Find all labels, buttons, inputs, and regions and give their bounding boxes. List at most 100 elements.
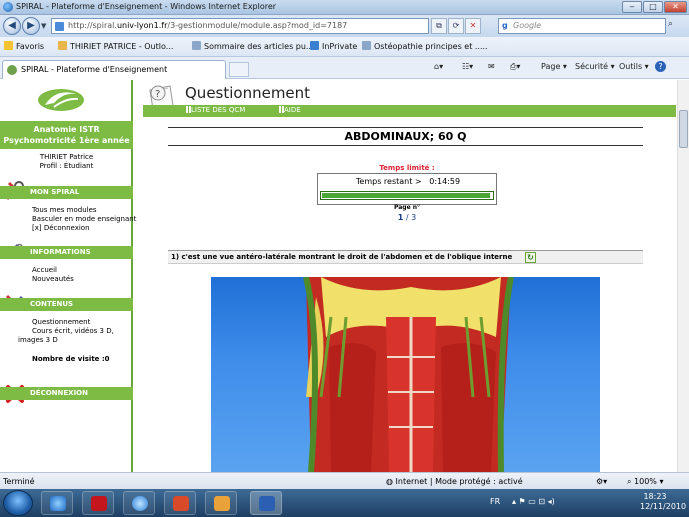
- zoom-icon: ⌕: [627, 477, 635, 486]
- refresh-icon[interactable]: ↻: [525, 252, 536, 263]
- sidebar: Anatomie ISTR Psychomotricité 1ère année…: [0, 80, 136, 472]
- page-content: Anatomie ISTR Psychomotricité 1ère année…: [0, 80, 689, 472]
- compatibility-icon[interactable]: ⧉: [431, 18, 447, 34]
- time-limit-label: Temps limité :: [379, 164, 435, 172]
- anatomy-image: [211, 276, 600, 472]
- google-icon: g: [502, 21, 508, 30]
- globe-icon: ◍: [386, 477, 396, 486]
- page-total-link[interactable]: 3: [411, 213, 416, 222]
- star-icon: [4, 41, 13, 50]
- fav-item-outlook[interactable]: THIRIET PATRICE - Outlo...: [58, 41, 173, 51]
- url-text: http://spiral.univ-lyon1.fr/3-gestionmod…: [68, 21, 348, 30]
- ie-icon: [3, 2, 13, 12]
- anatomy-illustration: [303, 276, 514, 472]
- favorites-button[interactable]: Favoris: [4, 41, 44, 51]
- search-placeholder: Google: [513, 21, 542, 30]
- menu-aide[interactable]: AIDE: [279, 106, 301, 114]
- link-nouveautes[interactable]: Nouveautés: [32, 275, 74, 284]
- forward-button[interactable]: ▶: [22, 17, 40, 35]
- user-name: THIRIET Patrice: [39, 153, 94, 161]
- scrollbar-thumb[interactable]: [679, 110, 688, 148]
- taskbar-ie[interactable]: [41, 491, 73, 515]
- main-area: ? Questionnement LISTE DES QCM AIDE ABDO…: [135, 80, 677, 472]
- link-tous-mes-modules[interactable]: Tous mes modules: [32, 206, 97, 215]
- print-icon[interactable]: ⎙▾: [510, 62, 520, 72]
- taskbar-word[interactable]: [250, 491, 282, 515]
- windows-taskbar: FR ▴ ⚑ ▭ ⊡ ◂) 18:23 12/11/2010: [0, 489, 689, 517]
- search-icon[interactable]: ⌕: [668, 19, 673, 29]
- quicktime-icon: [132, 496, 148, 511]
- media-icon: [173, 496, 189, 511]
- timer-box: Temps restant > 0:14:59: [317, 173, 497, 205]
- page-icon: [55, 22, 64, 31]
- new-tab-button[interactable]: [229, 62, 249, 77]
- link-accueil[interactable]: Accueil: [32, 266, 57, 275]
- clock[interactable]: 18:23 12/11/2010: [640, 492, 686, 512]
- language-indicator[interactable]: FR: [490, 497, 500, 506]
- fav-item-inprivate[interactable]: InPrivate: [310, 41, 357, 51]
- section-mon-spiral: MON SPIRAL: [0, 186, 133, 199]
- section-contenus-pedagogiques: CONTENUS PÉDAGOGIQUES: [0, 298, 133, 321]
- window-title: SPIRAL - Plateforme d'Enseignement - Win…: [16, 2, 277, 11]
- search-box[interactable]: g Google: [498, 18, 666, 34]
- page-icon: [362, 41, 371, 50]
- taskbar-media[interactable]: [164, 491, 196, 515]
- link-deconnexion-small[interactable]: [x] Déconnexion: [32, 224, 90, 233]
- tab-spiral[interactable]: SPIRAL - Plateforme d'Enseignement: [2, 60, 226, 79]
- time-remaining: Temps restant > 0:14:59: [355, 177, 461, 186]
- status-bar: Terminé ◍ Internet | Mode protégé : acti…: [0, 472, 689, 489]
- page-menu[interactable]: Page ▾: [541, 62, 567, 71]
- help-icon[interactable]: ?: [655, 61, 666, 72]
- fav-item-sommaire[interactable]: Sommaire des articles pu...: [192, 41, 314, 51]
- tab-row: SPIRAL - Plateforme d'Enseignement ⌂▾ ☷▾…: [0, 57, 689, 79]
- vertical-scrollbar[interactable]: [677, 80, 689, 472]
- home-icon[interactable]: ⌂▾: [434, 62, 443, 71]
- maximize-button[interactable]: □: [643, 1, 663, 13]
- link-cours-ecrit[interactable]: Cours écrit, vidéos 3 D,: [32, 327, 114, 336]
- minimize-button[interactable]: ‒: [622, 1, 642, 13]
- arrow-right-icon: ▶: [27, 20, 35, 31]
- time-progress-fill: [322, 193, 491, 198]
- back-button[interactable]: ◀: [3, 17, 21, 35]
- taskbar-acrobat[interactable]: [82, 491, 114, 515]
- taskbar-quicktime[interactable]: [123, 491, 155, 515]
- inprivate-icon: [310, 41, 319, 50]
- page-title: Questionnement: [185, 84, 311, 102]
- refresh-icon[interactable]: ⟳: [448, 18, 464, 34]
- start-button[interactable]: [3, 490, 33, 516]
- status-text: Terminé: [3, 477, 35, 486]
- history-dropdown-icon[interactable]: ▼: [41, 22, 46, 30]
- link-images-3d[interactable]: images 3 D: [18, 336, 58, 345]
- module-menu: LISTE DES QCM AIDE: [143, 105, 676, 117]
- spiral-logo: [38, 89, 84, 111]
- page-icon: [192, 41, 201, 50]
- visit-count: Nombre de visite :0: [32, 355, 110, 363]
- arrow-left-icon: ◀: [8, 20, 16, 31]
- link-mode-enseignant[interactable]: Basculer en mode enseignant: [32, 215, 136, 224]
- user-profile: Profil : Étudiant: [39, 162, 94, 170]
- address-bar[interactable]: http://spiral.univ-lyon1.fr/3-gestionmod…: [51, 18, 429, 34]
- tray-icons[interactable]: ▴ ⚑ ▭ ⊡ ◂): [512, 497, 555, 506]
- fav-item-osteopathie[interactable]: Ostéopathie principes et .....: [362, 41, 488, 51]
- link-questionnement[interactable]: Questionnement: [32, 318, 90, 327]
- stop-icon[interactable]: ✕: [465, 18, 481, 34]
- menu-liste-qcm[interactable]: LISTE DES QCM: [186, 106, 245, 114]
- acrobat-icon: [91, 496, 107, 511]
- media-player-icon: [214, 496, 230, 511]
- word-icon: [259, 496, 275, 511]
- security-zone[interactable]: ◍ Internet | Mode protégé : activé: [386, 477, 523, 486]
- page-label: Page n°: [393, 204, 420, 211]
- tools-menu[interactable]: Outils ▾: [619, 62, 649, 71]
- taskbar-mediaplayer[interactable]: [205, 491, 237, 515]
- security-menu[interactable]: Sécurité ▾: [575, 62, 615, 71]
- course-title: Anatomie ISTR Psychomotricité 1ère année: [0, 121, 133, 149]
- ie-window: SPIRAL - Plateforme d'Enseignement - Win…: [0, 0, 689, 517]
- close-button[interactable]: ✕: [664, 1, 687, 13]
- svg-text:?: ?: [155, 89, 160, 100]
- status-tools-icon[interactable]: ⚙▾: [596, 477, 607, 486]
- mail-icon[interactable]: ✉: [488, 62, 495, 71]
- rss-icon[interactable]: ☷▾: [462, 62, 473, 71]
- section-deconnexion[interactable]: DÉCONNEXION: [0, 387, 133, 400]
- zoom-control[interactable]: ⌕ 100% ▾: [627, 477, 663, 487]
- section-informations-generales: INFORMATIONS GÉNÉRALES: [0, 246, 133, 269]
